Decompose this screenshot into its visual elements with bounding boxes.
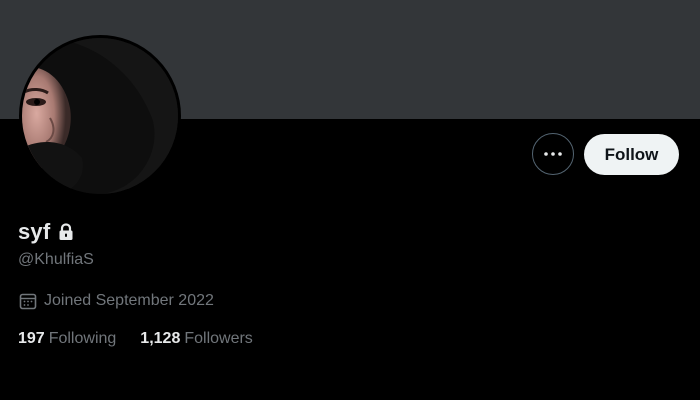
calendar-icon <box>19 292 37 310</box>
following-label: Following <box>48 330 117 347</box>
more-options-button[interactable] <box>532 133 574 175</box>
follow-button[interactable]: Follow <box>584 134 679 175</box>
ellipsis-icon <box>544 152 562 156</box>
name-row: syf <box>18 219 74 245</box>
avatar[interactable] <box>19 35 181 197</box>
join-date: Joined September 2022 <box>19 292 214 310</box>
followers-link[interactable]: 1,128 Followers <box>140 330 253 348</box>
followers-label: Followers <box>184 330 253 347</box>
profile-page: Follow syf @KhulfiaS Joined September 20 <box>0 0 700 400</box>
following-count: 197 <box>18 330 45 347</box>
follow-stats: 197 Following 1,128 Followers <box>18 330 253 348</box>
username-handle: @KhulfiaS <box>18 251 94 268</box>
following-link[interactable]: 197 Following <box>18 330 116 348</box>
display-name: syf <box>18 219 51 244</box>
followers-count: 1,128 <box>140 330 181 347</box>
join-date-text: Joined September 2022 <box>44 292 214 309</box>
avatar-photo <box>22 38 178 194</box>
lock-icon <box>58 221 74 243</box>
